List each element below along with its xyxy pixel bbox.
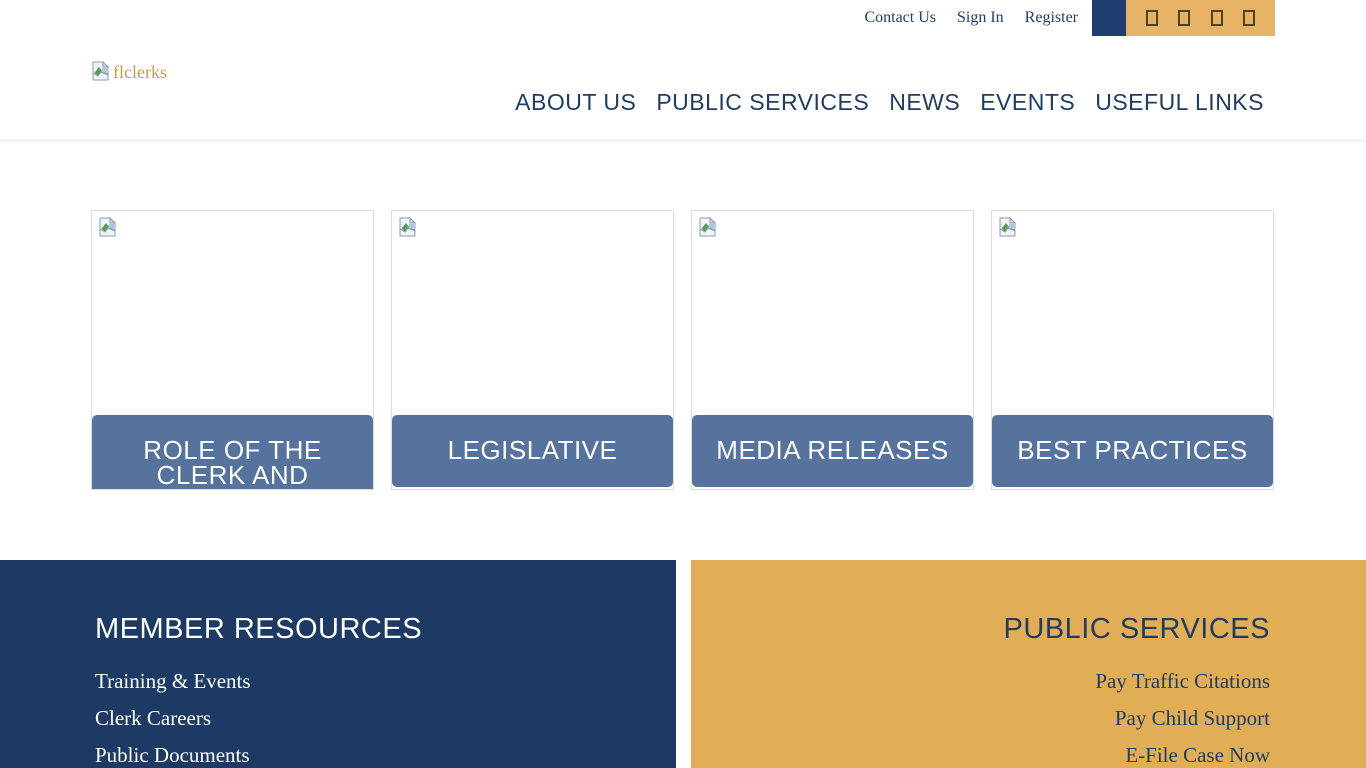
card-title: LEGISLATIVE: [448, 438, 618, 463]
card-title-band: BEST PRACTICES: [992, 415, 1273, 487]
card-role-of-the-clerk[interactable]: ROLE OF THE CLERK AND COMPTROLLER: [91, 210, 374, 490]
card-grid: ROLE OF THE CLERK AND COMPTROLLER LEGISL…: [91, 210, 1274, 490]
nav-item-useful-links[interactable]: USEFUL LINKS: [1095, 89, 1264, 116]
broken-image-icon: [398, 217, 418, 237]
link-pay-traffic-citations[interactable]: Pay Traffic Citations: [1095, 669, 1270, 693]
header-divider: [0, 139, 1366, 142]
contact-us-link[interactable]: Contact Us: [864, 9, 936, 27]
social-icon[interactable]: [1146, 10, 1158, 26]
register-link[interactable]: Register: [1025, 9, 1078, 27]
logo[interactable]: flclerks: [91, 61, 167, 83]
card-title-band: LEGISLATIVE: [392, 415, 673, 487]
member-resources-title: MEMBER RESOURCES: [95, 613, 676, 646]
broken-image-icon: [998, 217, 1018, 237]
link-clerk-careers[interactable]: Clerk Careers: [95, 706, 211, 730]
link-training-events[interactable]: Training & Events: [95, 669, 251, 693]
search-button[interactable]: [1092, 0, 1126, 36]
broken-image-icon: [698, 217, 718, 237]
card-media-releases[interactable]: MEDIA RELEASES: [691, 210, 974, 490]
card-title: ROLE OF THE CLERK AND COMPTROLLER: [113, 438, 353, 490]
card-legislative[interactable]: LEGISLATIVE: [391, 210, 674, 490]
broken-image-icon: [98, 217, 118, 237]
sign-in-link[interactable]: Sign In: [957, 9, 1004, 27]
social-strip: [1126, 0, 1275, 36]
card-title: BEST PRACTICES: [1017, 438, 1247, 463]
member-resources-links: Training & Events Clerk Careers Public D…: [95, 663, 676, 768]
logo-alt-text: flclerks: [113, 61, 167, 83]
nav-item-about-us[interactable]: ABOUT US: [515, 89, 636, 116]
link-public-documents[interactable]: Public Documents: [95, 743, 250, 767]
public-services-title: PUBLIC SERVICES: [691, 613, 1270, 646]
main-nav: ABOUT US PUBLIC SERVICES NEWS EVENTS USE…: [515, 89, 1264, 116]
public-services-panel: PUBLIC SERVICES Pay Traffic Citations Pa…: [691, 560, 1366, 768]
member-resources-panel: MEMBER RESOURCES Training & Events Clerk…: [0, 560, 676, 768]
public-services-links: Pay Traffic Citations Pay Child Support …: [691, 663, 1270, 768]
topbar: Contact Us Sign In Register: [864, 0, 1275, 36]
link-pay-child-support[interactable]: Pay Child Support: [1115, 706, 1270, 730]
broken-image-icon: [91, 61, 111, 81]
social-icon[interactable]: [1243, 10, 1255, 26]
social-icon[interactable]: [1178, 10, 1190, 26]
nav-item-public-services[interactable]: PUBLIC SERVICES: [656, 89, 869, 116]
card-title: MEDIA RELEASES: [716, 438, 948, 463]
nav-item-news[interactable]: NEWS: [889, 89, 960, 116]
social-icon[interactable]: [1211, 10, 1223, 26]
card-best-practices[interactable]: BEST PRACTICES: [991, 210, 1274, 490]
card-title-band: ROLE OF THE CLERK AND COMPTROLLER: [92, 415, 373, 490]
link-e-file-case-now[interactable]: E-File Case Now: [1125, 743, 1270, 767]
utility-links: Contact Us Sign In Register: [864, 0, 1078, 36]
nav-item-events[interactable]: EVENTS: [980, 89, 1075, 116]
card-title-band: MEDIA RELEASES: [692, 415, 973, 487]
